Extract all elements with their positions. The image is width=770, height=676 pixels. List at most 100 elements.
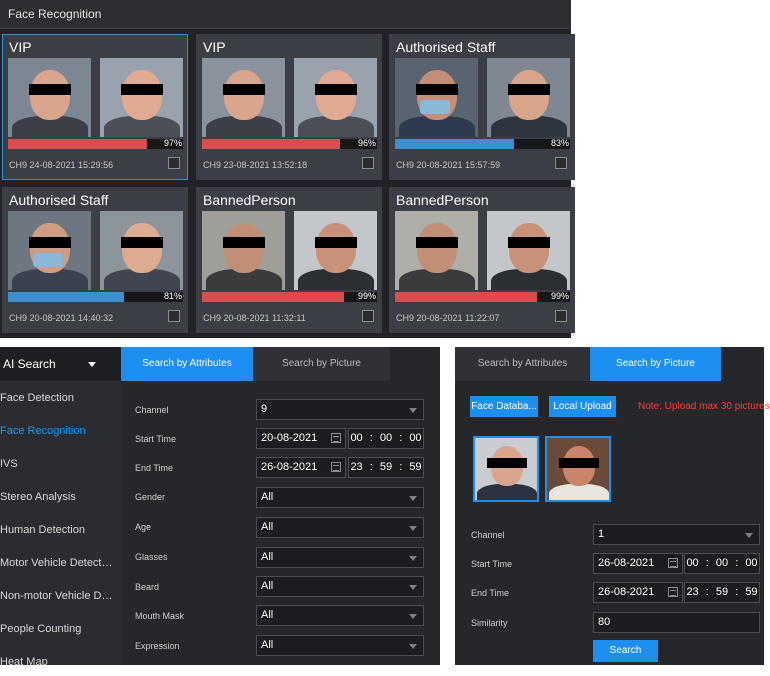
end-time-input[interactable]: 23 : 59 : 59 bbox=[348, 457, 424, 478]
chevron-down-icon bbox=[409, 585, 417, 590]
similarity-bar: 99% bbox=[202, 291, 377, 302]
sidebar-item-human-detection[interactable]: Human Detection bbox=[0, 524, 121, 544]
calendar-icon[interactable] bbox=[331, 433, 341, 443]
similarity-label: Similarity bbox=[471, 618, 508, 628]
start-second[interactable]: 00 bbox=[409, 432, 421, 444]
start-date-input[interactable]: 20-08-2021 bbox=[256, 428, 346, 449]
sidebar-item-people-counting[interactable]: People Counting bbox=[0, 623, 121, 643]
glasses-select[interactable]: All bbox=[256, 547, 424, 568]
privacy-bar bbox=[121, 237, 163, 248]
face-match-card[interactable]: BannedPerson 99% CH9 20-08-2021 11:32:11 bbox=[196, 187, 382, 333]
photo-face bbox=[417, 223, 457, 273]
match-group-label: BannedPerson bbox=[203, 192, 296, 208]
age-select[interactable]: All bbox=[256, 517, 424, 538]
end-hour[interactable]: 23 bbox=[686, 586, 698, 598]
match-group-label: VIP bbox=[9, 39, 32, 55]
privacy-bar bbox=[315, 84, 357, 95]
beard-value: All bbox=[261, 580, 274, 592]
similarity-bar: 83% bbox=[395, 138, 570, 149]
tab-search-by-attributes[interactable]: Search by Attributes bbox=[121, 347, 253, 381]
photo-face bbox=[122, 223, 162, 273]
end-minute[interactable]: 59 bbox=[716, 586, 728, 598]
expression-select[interactable]: All bbox=[256, 635, 424, 656]
select-checkbox[interactable] bbox=[362, 157, 374, 169]
panel-title: Face Recognition bbox=[0, 0, 571, 29]
start-date-input[interactable]: 26-08-2021 bbox=[593, 553, 683, 574]
similarity-bar-fill bbox=[202, 139, 340, 149]
end-date-input[interactable]: 26-08-2021 bbox=[256, 457, 346, 478]
channel-select[interactable]: 1 bbox=[593, 524, 760, 545]
end-second[interactable]: 59 bbox=[745, 586, 757, 598]
database-face-image bbox=[487, 211, 570, 290]
sidebar-item-motor-vehicle-detection[interactable]: Motor Vehicle Detection bbox=[0, 557, 121, 577]
face-match-card[interactable]: Authorised Staff 81% CH9 20-08-2021 14:40:… bbox=[2, 187, 188, 333]
start-hour[interactable]: 00 bbox=[350, 432, 362, 444]
photo-face bbox=[316, 223, 356, 273]
query-face-thumbnail[interactable] bbox=[473, 436, 539, 502]
capture-timestamp: CH9 24-08-2021 15:29:56 bbox=[9, 160, 114, 170]
search-button[interactable]: Search bbox=[593, 640, 658, 662]
select-checkbox[interactable] bbox=[362, 310, 374, 322]
local-upload-button[interactable]: Local Upload bbox=[549, 396, 616, 417]
gender-label: Gender bbox=[135, 492, 166, 502]
start-minute[interactable]: 00 bbox=[380, 432, 392, 444]
start-second[interactable]: 00 bbox=[745, 557, 757, 569]
select-checkbox[interactable] bbox=[168, 310, 180, 322]
start-time-input[interactable]: 00 : 00 : 00 bbox=[684, 553, 760, 574]
privacy-bar bbox=[223, 84, 265, 95]
sidebar-item-non-motor-vehicle-detection[interactable]: Non-motor Vehicle Detection bbox=[0, 590, 121, 610]
start-date-value: 20-08-2021 bbox=[261, 432, 318, 444]
similarity-input[interactable]: 80 bbox=[593, 612, 760, 633]
face-match-card[interactable]: BannedPerson 99% CH9 20-08-2021 11:22:07 bbox=[389, 187, 575, 333]
ai-search-menu-toggle[interactable]: AI Search bbox=[0, 347, 121, 381]
sidebar-item-face-recognition[interactable]: Face Recognition bbox=[0, 425, 121, 445]
chevron-down-icon bbox=[409, 496, 417, 501]
end-minute[interactable]: 59 bbox=[380, 461, 392, 473]
similarity-percent: 81% bbox=[163, 291, 182, 301]
end-time-input[interactable]: 23 : 59 : 59 bbox=[684, 582, 760, 603]
snapshot-face-image bbox=[202, 58, 285, 137]
end-date-input[interactable]: 26-08-2021 bbox=[593, 582, 683, 603]
tab-search-by-attributes[interactable]: Search by Attributes bbox=[455, 347, 590, 381]
face-match-card[interactable]: VIP 96% CH9 23-08-2021 13:52:18 bbox=[196, 34, 382, 180]
time-separator: : bbox=[399, 461, 403, 473]
sidebar-item-stereo-analysis[interactable]: Stereo Analysis bbox=[0, 491, 121, 511]
capture-timestamp: CH9 23-08-2021 13:52:18 bbox=[203, 160, 308, 170]
face-mask bbox=[420, 100, 450, 114]
photo-face bbox=[316, 70, 356, 120]
start-time-input[interactable]: 00 : 00 : 00 bbox=[348, 428, 424, 449]
calendar-icon[interactable] bbox=[668, 587, 678, 597]
tab-search-by-picture[interactable]: Search by Picture bbox=[590, 347, 721, 381]
select-checkbox[interactable] bbox=[555, 310, 567, 322]
query-face-thumbnail[interactable] bbox=[545, 436, 611, 502]
photo-body bbox=[549, 484, 609, 500]
snapshot-face-image bbox=[8, 211, 91, 290]
face-match-card[interactable]: VIP 97% CH9 24-08-2021 15:29:56 bbox=[2, 34, 188, 180]
database-face-image bbox=[100, 58, 183, 137]
channel-select[interactable]: 9 bbox=[256, 399, 424, 420]
mouth-mask-select[interactable]: All bbox=[256, 605, 424, 626]
beard-select[interactable]: All bbox=[256, 576, 424, 597]
gender-select[interactable]: All bbox=[256, 487, 424, 508]
end-second[interactable]: 59 bbox=[409, 461, 421, 473]
face-database-button[interactable]: Face Databa... bbox=[470, 396, 538, 417]
channel-value: 9 bbox=[261, 403, 268, 415]
face-mask bbox=[33, 253, 63, 267]
start-hour[interactable]: 00 bbox=[686, 557, 698, 569]
mouth-mask-value: All bbox=[261, 609, 274, 621]
calendar-icon[interactable] bbox=[331, 462, 341, 472]
select-checkbox[interactable] bbox=[168, 157, 180, 169]
sidebar-item-face-detection[interactable]: Face Detection bbox=[0, 392, 121, 412]
select-checkbox[interactable] bbox=[555, 157, 567, 169]
sidebar-item-ivs[interactable]: IVS bbox=[0, 458, 121, 478]
face-match-card[interactable]: Authorised Staff 83% CH9 20-08-2021 15:57:… bbox=[389, 34, 575, 180]
menu-title: AI Search bbox=[3, 357, 56, 371]
privacy-bar bbox=[223, 237, 265, 248]
match-group-label: Authorised Staff bbox=[396, 39, 496, 55]
start-minute[interactable]: 00 bbox=[716, 557, 728, 569]
tab-search-by-picture[interactable]: Search by Picture bbox=[253, 347, 390, 381]
sidebar-item-heat-map[interactable]: Heat Map bbox=[0, 656, 121, 676]
end-hour[interactable]: 23 bbox=[350, 461, 362, 473]
database-face-image bbox=[294, 58, 377, 137]
calendar-icon[interactable] bbox=[668, 558, 678, 568]
